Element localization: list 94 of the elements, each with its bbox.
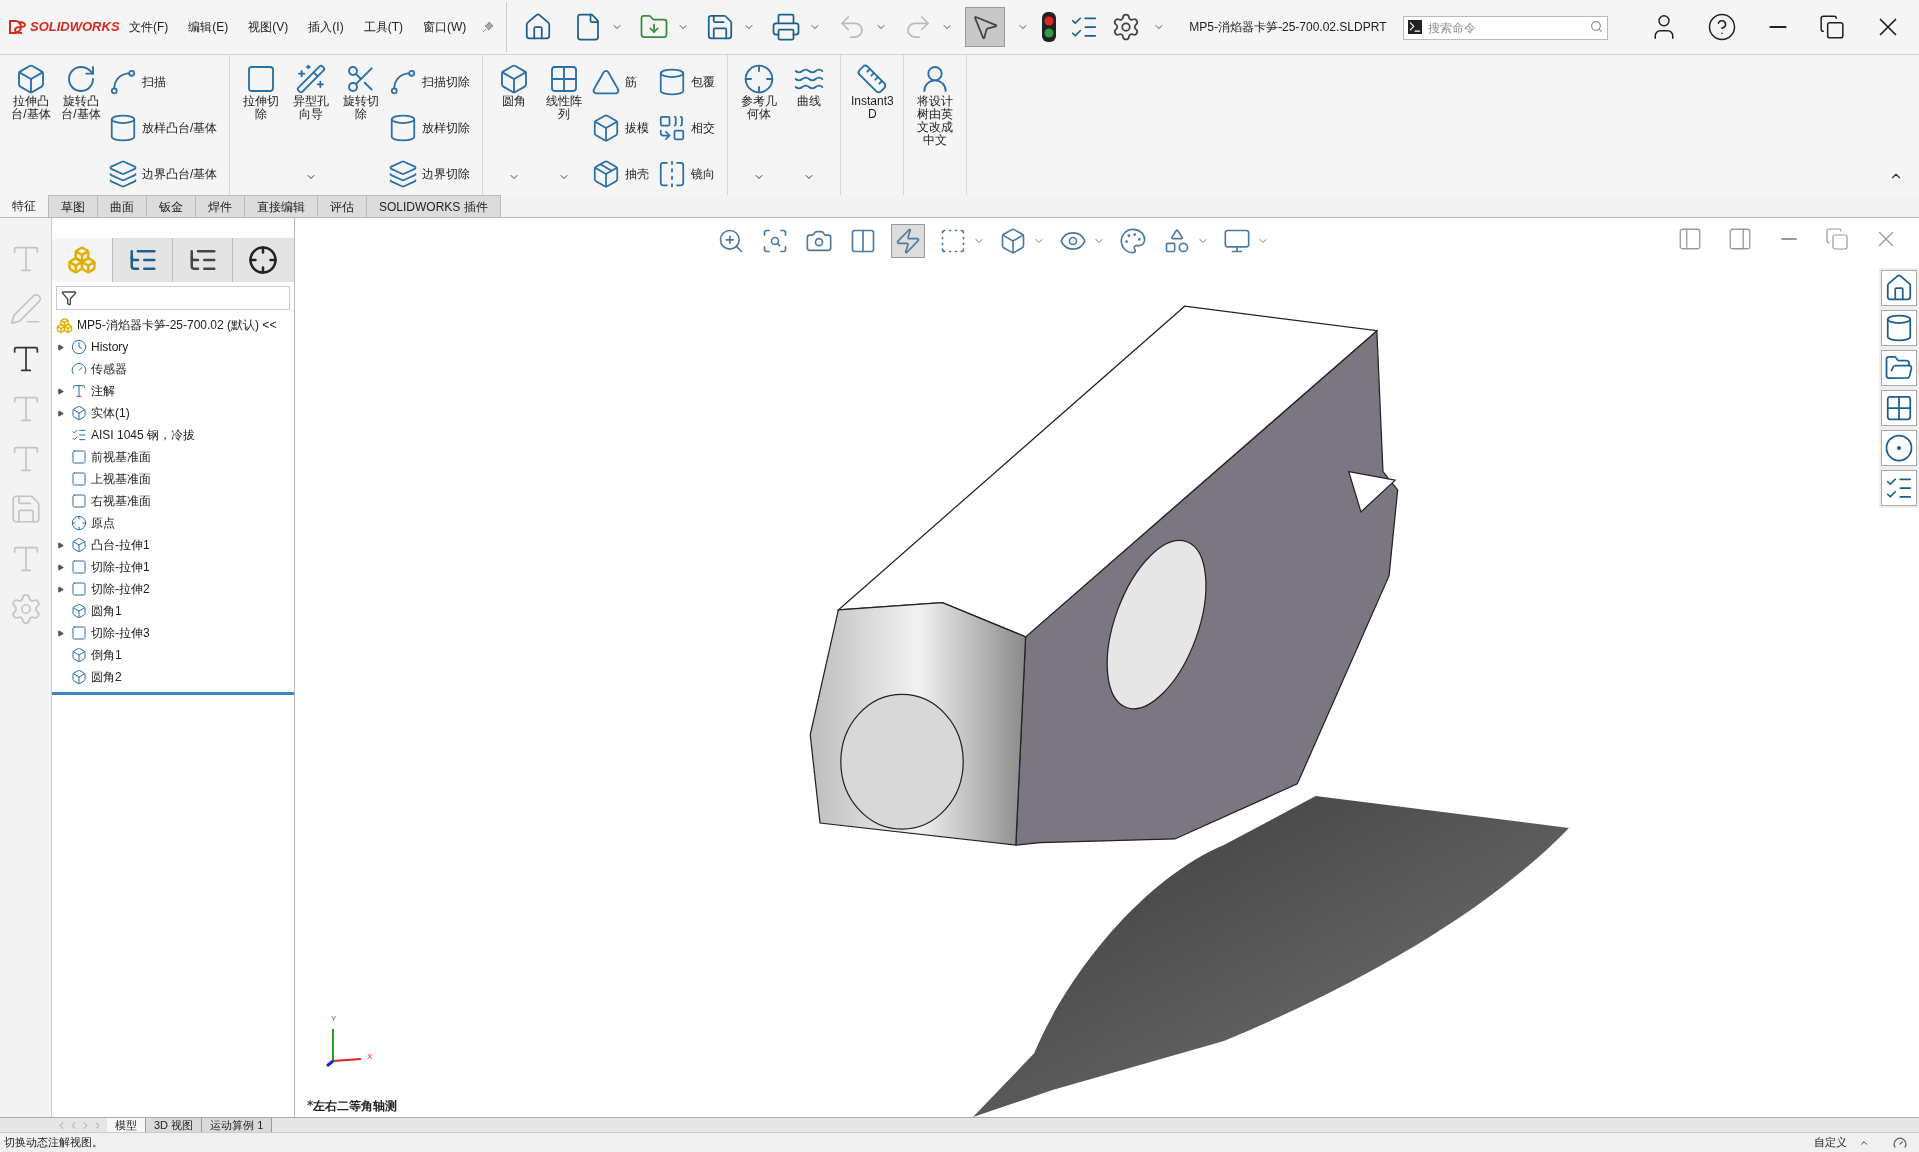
ribbon-tab[interactable]: 草图 (49, 195, 98, 217)
tree-item[interactable]: 圆角2 (91, 668, 122, 686)
ribbon-button[interactable]: 放样凸台/基体 (108, 109, 222, 147)
tile-right-icon[interactable] (1727, 226, 1753, 252)
part-icon (56, 316, 73, 334)
restore-icon[interactable] (1819, 14, 1845, 40)
ribbon-button[interactable]: 扫描切除 (388, 63, 475, 101)
model-view-tab[interactable]: 模型 (107, 1117, 146, 1133)
ribbon-button[interactable]: 筋 (591, 63, 654, 101)
menu-item[interactable]: 插入(I) (304, 18, 348, 36)
ribbon-button[interactable]: 边界凸台/基体 (108, 155, 222, 193)
ribbon-tab[interactable]: 直接编辑 (245, 195, 318, 217)
ribbon-button[interactable]: 包覆 (657, 63, 720, 101)
tree-item[interactable]: 右视基准面 (91, 492, 151, 510)
model-view-tab[interactable]: 3D 视图 (146, 1117, 203, 1133)
filter-field[interactable] (56, 286, 290, 310)
tree-item[interactable]: 倒角1 (91, 646, 122, 664)
tree-item[interactable]: 原点 (91, 514, 115, 532)
ribbon-button[interactable]: 拉伸凸台/基体 (8, 63, 54, 121)
ribbon-tab[interactable]: 焊件 (196, 195, 245, 217)
expand-arrow-icon[interactable] (57, 563, 64, 571)
ribbon-button[interactable]: 相交 (657, 109, 720, 147)
ribbon-tab[interactable]: 评估 (318, 195, 367, 217)
ribbon-button[interactable]: 拉伸切除 (238, 63, 285, 121)
tree-item[interactable]: 传感器 (91, 360, 127, 378)
crosshair-icon (247, 245, 278, 275)
ribbon-button[interactable]: 线性阵列 (541, 63, 588, 121)
ribbon-tab[interactable]: 钣金 (147, 195, 196, 217)
rebuild-traffic-light-icon[interactable] (1041, 11, 1058, 43)
unit-system-dropdown[interactable]: 自定义 (1814, 1134, 1869, 1151)
expand-arrow-icon[interactable] (57, 409, 64, 417)
search-icon[interactable] (1589, 20, 1603, 33)
ribbon-button[interactable]: 拔模 (591, 109, 654, 147)
ribbon-button[interactable]: 参考几何体 (736, 63, 783, 121)
revolve-icon (65, 63, 97, 95)
filter-icon (61, 290, 77, 306)
ribbon-button[interactable]: 曲线 (786, 63, 833, 108)
tree-item[interactable]: History (91, 338, 129, 356)
search-field[interactable]: 搜索命令 (1402, 16, 1608, 40)
expand-arrow-icon[interactable] (57, 541, 64, 549)
tree-item[interactable]: 切除-拉伸3 (91, 624, 150, 642)
view-orientation-label: *左右二等角轴测 (307, 1098, 398, 1115)
part-tree-icon (67, 245, 97, 275)
pin-icon[interactable] (482, 21, 495, 33)
sweep-icon (108, 67, 138, 97)
ribbon-button[interactable]: 圆角 (491, 63, 538, 108)
tree-item[interactable]: 切除-拉伸2 (91, 580, 150, 598)
menu-item[interactable]: 文件(F) (125, 18, 173, 36)
ribbon-button[interactable]: 扫描 (108, 63, 222, 101)
tree-item[interactable]: 凸台-拉伸1 (91, 536, 150, 554)
document-title: MP5-消焰器卡笋-25-700.02.SLDPRT (1189, 19, 1387, 36)
menu-item[interactable]: 窗口(W) (419, 18, 471, 36)
ribbon-button[interactable]: 抽壳 (591, 155, 654, 193)
ribbon-button[interactable]: Instant3D (849, 63, 896, 121)
expand-arrow-icon[interactable] (57, 629, 64, 637)
ribbon-button[interactable]: 将设计树由英文改成中文 (912, 63, 959, 147)
ruler-icon (856, 63, 889, 95)
ribbon-button[interactable]: 旋转切除 (338, 63, 385, 121)
select-icon[interactable] (965, 7, 1006, 47)
ribbon-button[interactable]: 镜向 (657, 155, 720, 193)
ribbon-button[interactable]: 边界切除 (388, 155, 475, 193)
tree-item[interactable]: 实体(1) (91, 404, 130, 422)
tree-item[interactable]: 圆角1 (91, 602, 122, 620)
help-icon[interactable] (1707, 12, 1737, 42)
menu-item[interactable]: 工具(T) (359, 18, 407, 36)
tree-item[interactable]: AISI 1045 钢，冷拔 (91, 426, 196, 444)
tree-item[interactable]: 上视基准面 (91, 470, 151, 488)
axis-label: Y (331, 1013, 337, 1025)
tree-item[interactable]: 前视基准面 (91, 448, 151, 466)
graphics-viewport[interactable]: Y X *左右二等角轴测 (295, 218, 1919, 1117)
expand-arrow-icon[interactable] (57, 343, 64, 351)
ribbon-button[interactable]: 旋转凸台/基体 (58, 63, 104, 121)
ribbon-button[interactable]: 异型孔向导 (288, 63, 335, 121)
status-message: 切换动态注解视图。 (4, 1135, 103, 1151)
home-pane-icon[interactable] (1881, 270, 1917, 306)
history-folder-icon (71, 339, 87, 355)
tree-item[interactable]: 切除-拉伸1 (91, 558, 150, 576)
view-palette-icon[interactable] (1881, 390, 1917, 426)
hole-wizard-icon (295, 63, 328, 95)
menu-item[interactable]: 视图(V) (244, 18, 293, 36)
tree-root[interactable]: MP5-消焰器卡笋-25-700.02 (默认) << (77, 316, 277, 334)
logo-mark-icon (8, 19, 26, 35)
ribbon-tab[interactable]: 曲面 (98, 195, 147, 217)
model-view-tab[interactable]: 运动算例 1 (202, 1117, 273, 1133)
file-explorer-icon[interactable] (1881, 350, 1917, 386)
axis-label: X (367, 1051, 373, 1063)
tile-left-icon[interactable] (1677, 226, 1703, 252)
app-logo: SOLIDWORKS (30, 18, 120, 37)
expand-arrow-icon[interactable] (57, 387, 64, 395)
ribbon-button[interactable]: 放样切除 (388, 109, 475, 147)
menu-item[interactable]: 编辑(E) (184, 18, 233, 36)
expand-arrow-icon[interactable] (57, 585, 64, 593)
ribbon-tab[interactable]: SOLIDWORKS 插件 (367, 195, 501, 217)
tree-item[interactable]: 注解 (91, 382, 115, 400)
